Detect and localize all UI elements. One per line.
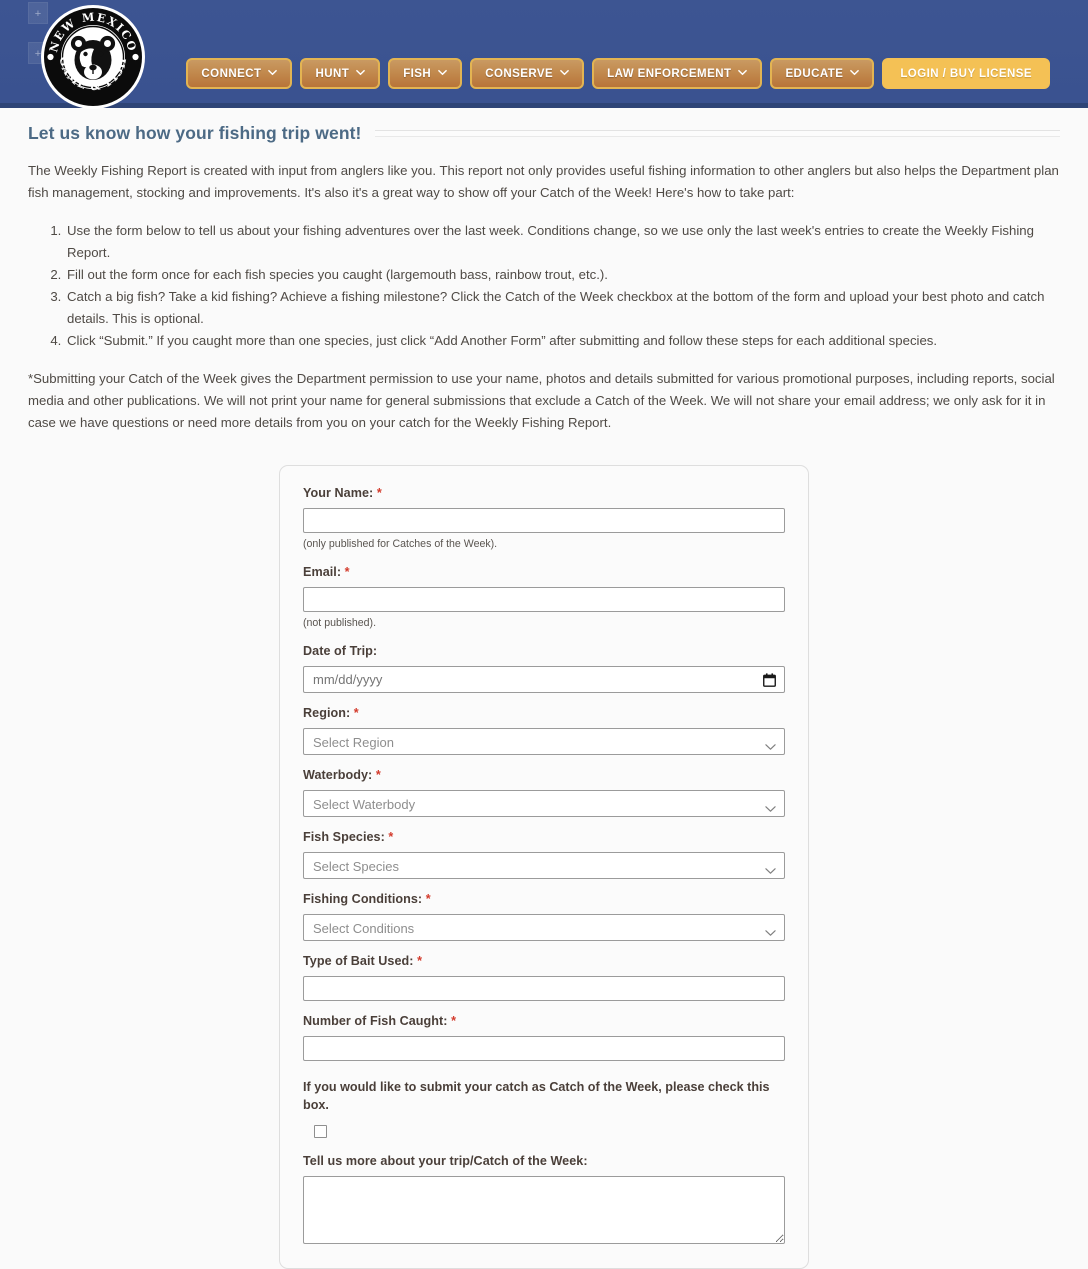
bait-type-input[interactable] xyxy=(303,976,785,1001)
trip-details-textarea[interactable] xyxy=(303,1176,785,1244)
email-label-text: Email: xyxy=(303,565,342,579)
header-bottom-spacer xyxy=(0,108,1088,114)
chevron-down-icon xyxy=(850,68,860,77)
main-navigation: CONNECT HUNT FISH CONSERVE LAW ENFORCEME… xyxy=(186,58,1050,89)
required-asterisk: * xyxy=(451,1014,457,1028)
list-item: Catch a big fish? Take a kid fishing? Ac… xyxy=(65,286,1060,330)
field-fishing-conditions: Fishing Conditions: * Select Conditions xyxy=(303,892,785,941)
your-name-input[interactable] xyxy=(303,508,785,533)
field-date-of-trip: Date of Trip: xyxy=(303,644,785,693)
chevron-down-icon xyxy=(438,68,448,77)
nav-item-conserve[interactable]: CONSERVE xyxy=(470,58,585,89)
nav-item-law-enforcement-label: LAW ENFORCEMENT xyxy=(607,67,732,80)
required-asterisk: * xyxy=(388,830,394,844)
field-trip-details: Tell us more about your trip/Catch of th… xyxy=(303,1154,785,1244)
date-of-trip-label: Date of Trip: xyxy=(303,644,785,658)
field-your-name: Your Name: * (only published for Catches… xyxy=(303,486,785,552)
required-asterisk: * xyxy=(344,565,350,579)
bait-type-label-text: Type of Bait Used: xyxy=(303,954,414,968)
waterbody-label: Waterbody: * xyxy=(303,768,785,782)
nav-item-educate[interactable]: EDUCATE xyxy=(770,58,875,89)
required-asterisk: * xyxy=(375,768,381,782)
nav-item-hunt[interactable]: HUNT xyxy=(300,58,381,89)
field-email: Email: * (not published). xyxy=(303,565,785,631)
number-of-fish-label: Number of Fish Caught: * xyxy=(303,1014,785,1028)
required-asterisk: * xyxy=(376,486,382,500)
region-select[interactable]: Select Region xyxy=(303,728,785,755)
email-label: Email: * xyxy=(303,565,785,579)
field-number-of-fish: Number of Fish Caught: * xyxy=(303,1014,785,1061)
required-asterisk: * xyxy=(417,954,423,968)
waterbody-select[interactable]: Select Waterbody xyxy=(303,790,785,817)
fishing-conditions-label-text: Fishing Conditions: xyxy=(303,892,423,906)
list-item: Use the form below to tell us about your… xyxy=(65,220,1060,264)
nm-game-and-fish-logo[interactable]: NEW MEXICO GAME & FISH xyxy=(40,4,146,110)
nav-item-login-buy-license[interactable]: LOGIN / BUY LICENSE xyxy=(882,58,1050,89)
fish-species-label: Fish Species: * xyxy=(303,830,785,844)
field-catch-of-the-week: If you would like to submit your catch a… xyxy=(303,1078,785,1138)
fish-species-label-text: Fish Species: xyxy=(303,830,385,844)
chevron-down-icon xyxy=(356,68,366,77)
your-name-hint: (only published for Catches of the Week)… xyxy=(303,538,498,550)
page-title-row: Let us know how your fishing trip went! xyxy=(28,123,1060,144)
region-label-text: Region: xyxy=(303,706,351,720)
fishing-report-form: Your Name: * (only published for Catches… xyxy=(279,465,809,1269)
email-hint: (not published). xyxy=(303,617,377,629)
your-name-label: Your Name: * xyxy=(303,486,785,500)
title-divider-rule xyxy=(375,130,1060,137)
chevron-down-icon xyxy=(738,68,748,77)
steps-list: Use the form below to tell us about your… xyxy=(28,220,1060,352)
trip-details-label: Tell us more about your trip/Catch of th… xyxy=(303,1154,785,1168)
main-content: Let us know how your fishing trip went! … xyxy=(0,123,1088,1269)
region-label: Region: * xyxy=(303,706,785,720)
fish-species-select[interactable]: Select Species xyxy=(303,852,785,879)
chevron-down-icon xyxy=(268,68,278,77)
date-of-trip-label-text: Date of Trip: xyxy=(303,644,378,658)
nav-item-fish-label: FISH xyxy=(403,67,432,80)
disclaimer-paragraph: *Submitting your Catch of the Week gives… xyxy=(28,371,1055,430)
list-item: Click “Submit.” If you caught more than … xyxy=(65,330,1060,352)
field-bait-type: Type of Bait Used: * xyxy=(303,954,785,1001)
required-asterisk: * xyxy=(353,706,359,720)
site-header: + + NEW MEXICO GAME & FISH CONNECT HUNT … xyxy=(0,0,1088,110)
nav-item-connect-label: CONNECT xyxy=(201,67,262,80)
catch-of-the-week-checkbox[interactable] xyxy=(314,1125,327,1138)
chevron-down-icon xyxy=(560,68,569,77)
fishing-conditions-select[interactable]: Select Conditions xyxy=(303,914,785,941)
field-region: Region: * Select Region xyxy=(303,706,785,755)
nav-item-connect[interactable]: CONNECT xyxy=(186,58,293,89)
required-asterisk: * xyxy=(425,892,431,906)
list-item: Fill out the form once for each fish spe… xyxy=(65,264,1060,286)
bait-type-label: Type of Bait Used: * xyxy=(303,954,785,968)
trip-details-label-text: Tell us more about your trip/Catch of th… xyxy=(303,1154,588,1168)
number-of-fish-input[interactable] xyxy=(303,1036,785,1061)
waterbody-label-text: Waterbody: xyxy=(303,768,373,782)
page-title: Let us know how your fishing trip went! xyxy=(28,123,362,143)
nav-item-login-buy-license-label: LOGIN / BUY LICENSE xyxy=(900,67,1032,80)
nav-item-fish[interactable]: FISH xyxy=(388,58,463,89)
field-waterbody: Waterbody: * Select Waterbody xyxy=(303,768,785,817)
email-input[interactable] xyxy=(303,587,785,612)
nav-item-hunt-label: HUNT xyxy=(315,67,350,80)
field-fish-species: Fish Species: * Select Species xyxy=(303,830,785,879)
nav-item-educate-label: EDUCATE xyxy=(785,67,844,80)
catch-of-the-week-label: If you would like to submit your catch a… xyxy=(303,1080,770,1112)
date-of-trip-input[interactable] xyxy=(303,666,785,693)
intro-paragraph: The Weekly Fishing Report is created wit… xyxy=(28,163,1059,200)
your-name-label-text: Your Name: xyxy=(303,486,374,500)
fishing-conditions-label: Fishing Conditions: * xyxy=(303,892,785,906)
nav-item-conserve-label: CONSERVE xyxy=(485,67,554,80)
nav-item-law-enforcement[interactable]: LAW ENFORCEMENT xyxy=(592,58,763,89)
number-of-fish-label-text: Number of Fish Caught: xyxy=(303,1014,448,1028)
